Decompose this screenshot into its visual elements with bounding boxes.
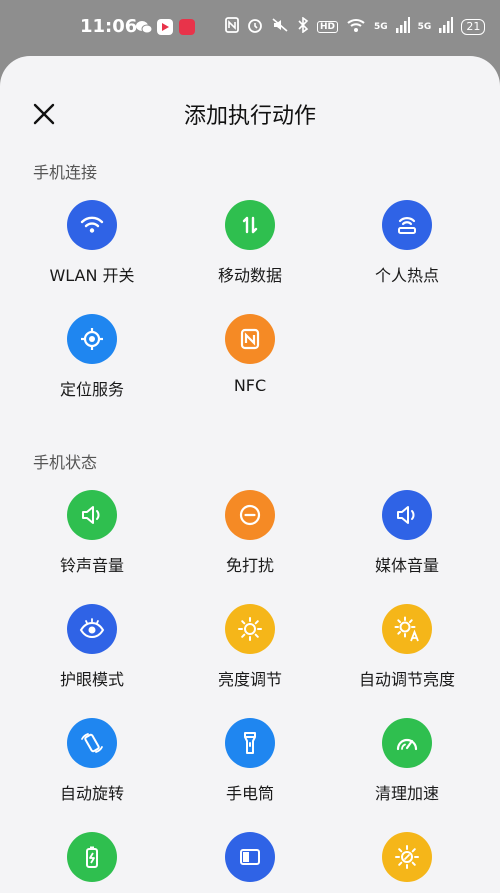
action-item-location[interactable]: 定位服务 <box>12 314 172 400</box>
action-item-label: 定位服务 <box>59 380 124 399</box>
action-item-label: WLAN 开关 <box>49 266 135 285</box>
action-item-auto-brightness[interactable]: 自动调节亮度 <box>327 604 487 690</box>
action-item-media-volume[interactable]: 媒体音量 <box>327 490 487 576</box>
action-item-flashlight[interactable]: 手电筒 <box>170 718 330 804</box>
action-item-eye-care[interactable]: 护眼模式 <box>12 604 172 690</box>
action-item-brightness[interactable]: 亮度调节 <box>170 604 330 690</box>
nfc-icon <box>225 314 275 364</box>
media-volume-icon <box>382 490 432 540</box>
wifi-status-icon <box>346 17 366 37</box>
action-item-label: 移动数据 <box>217 266 282 285</box>
auto-brightness-icon <box>382 604 432 654</box>
action-item-label: 媒体音量 <box>374 556 439 575</box>
action-item-label: 自动旋转 <box>59 784 124 803</box>
notification-icons <box>135 19 195 35</box>
action-item-speed-up[interactable]: 清理加速 <box>327 718 487 804</box>
bluetooth-icon <box>297 16 309 37</box>
do-not-disturb-icon <box>225 490 275 540</box>
status-time: 11:06 <box>80 16 138 37</box>
wifi-icon <box>67 200 117 250</box>
network-badge-2: 5G <box>417 22 432 32</box>
action-item-hotspot[interactable]: 个人热点 <box>327 200 487 286</box>
action-item-label: 护眼模式 <box>59 670 124 689</box>
action-item-label: 清理加速 <box>374 784 439 803</box>
hd-badge: HD <box>317 21 339 33</box>
split-screen-icon <box>225 832 275 882</box>
action-item-label: NFC <box>233 376 267 395</box>
action-item-do-not-disturb[interactable]: 免打扰 <box>170 490 330 576</box>
battery-saver-icon <box>67 832 117 882</box>
action-item-auto-rotate[interactable]: 自动旋转 <box>12 718 172 804</box>
page-title: 添加执行动作 <box>183 104 316 129</box>
action-item-split-screen[interactable] <box>170 832 330 893</box>
alarm-icon <box>247 17 263 37</box>
action-item-label: 免打扰 <box>225 556 274 575</box>
action-item-battery-saver[interactable] <box>12 832 172 893</box>
brightness-icon <box>225 604 275 654</box>
eye-icon <box>67 604 117 654</box>
signal-icon-2 <box>439 17 454 37</box>
action-item-label: 个人热点 <box>374 266 439 285</box>
sheet-header: 添加执行动作 <box>0 56 500 166</box>
speed-up-icon <box>382 718 432 768</box>
nfc-status-icon <box>225 17 239 37</box>
status-bar: 11:06 HD 5G 5G 21 <box>0 0 500 56</box>
mute-icon <box>271 17 289 37</box>
action-item-nfc[interactable]: NFC <box>170 314 330 395</box>
auto-rotate-icon <box>67 718 117 768</box>
mobile-data-icon <box>225 200 275 250</box>
system-icons: HD 5G 5G 21 <box>225 16 486 37</box>
network-badge-1: 5G <box>374 22 388 32</box>
section-title-connection: 手机连接 <box>33 163 98 182</box>
action-sheet: 添加执行动作 手机连接 WLAN 开关 移动数据 个人热点 定位服务 NFC 手… <box>0 56 500 893</box>
sun-settings-icon <box>382 832 432 882</box>
action-item-ring-volume[interactable]: 铃声音量 <box>12 490 172 576</box>
wechat-icon <box>135 19 153 35</box>
action-item-label: 手电筒 <box>225 784 274 803</box>
action-item-wlan[interactable]: WLAN 开关 <box>12 200 172 286</box>
location-icon <box>67 314 117 364</box>
signal-icon-1 <box>395 17 410 37</box>
flashlight-icon <box>225 718 275 768</box>
action-item-mobile-data[interactable]: 移动数据 <box>170 200 330 286</box>
hotspot-icon <box>382 200 432 250</box>
battery-indicator: 21 <box>461 19 486 35</box>
action-item-label: 铃声音量 <box>59 556 124 575</box>
section-title-status: 手机状态 <box>33 453 98 472</box>
ring-volume-icon <box>67 490 117 540</box>
action-item-label: 自动调节亮度 <box>358 670 455 689</box>
action-item-label: 亮度调节 <box>217 670 282 689</box>
action-item-sun-settings[interactable] <box>327 832 487 893</box>
video-app-icon <box>157 19 173 35</box>
shopping-app-icon <box>179 19 195 35</box>
